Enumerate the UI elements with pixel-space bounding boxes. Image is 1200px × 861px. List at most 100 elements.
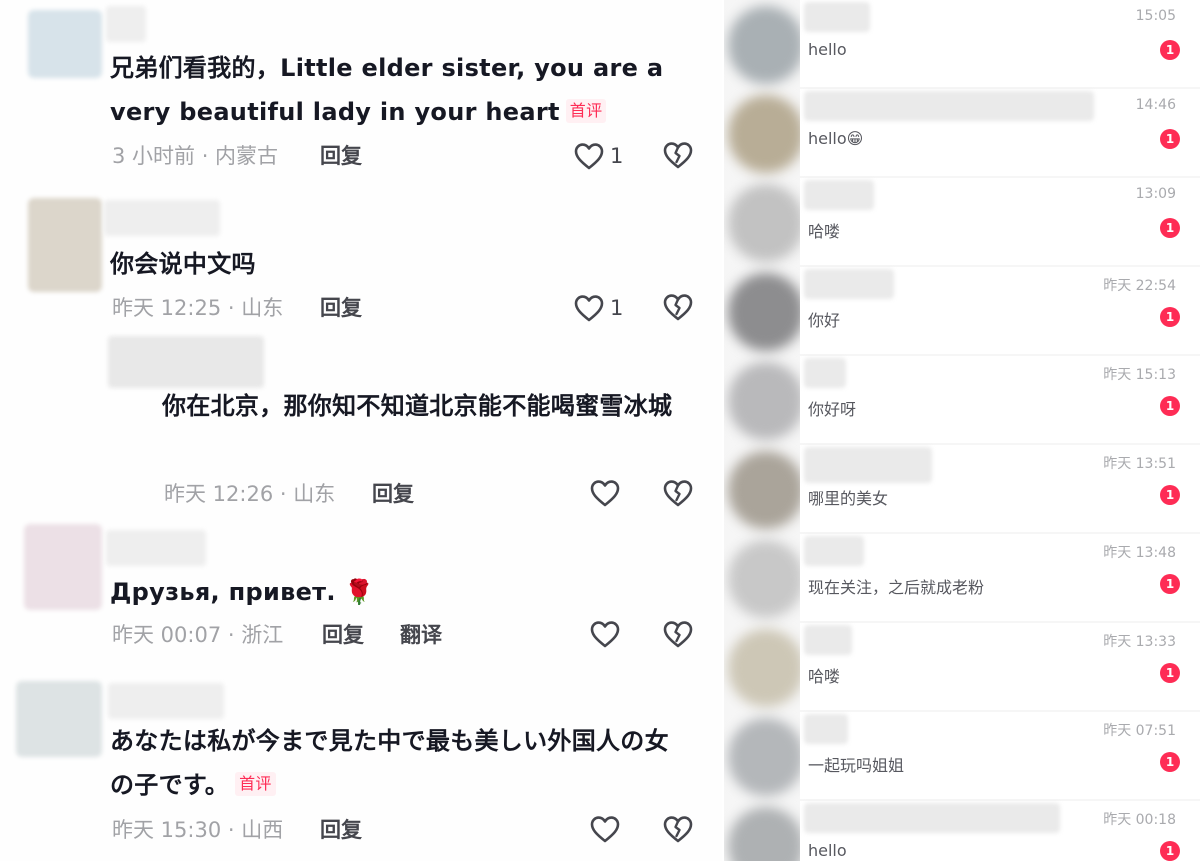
- avatar: [728, 273, 804, 351]
- message-time: 昨天 22:54: [1103, 278, 1176, 294]
- like-button[interactable]: 1: [574, 293, 623, 323]
- broken-heart-icon: [663, 816, 693, 843]
- message-preview: 你好呀: [808, 400, 857, 419]
- avatar: [728, 807, 804, 861]
- message-card: 昨天 13:51 哪里的美女 1: [800, 445, 1200, 532]
- message-preview: 现在关注，之后就成老粉: [808, 578, 985, 597]
- message-item[interactable]: 昨天 00:18 hello 1: [724, 801, 1200, 861]
- broken-heart-icon: [663, 294, 693, 321]
- message-preview: hello: [808, 40, 847, 59]
- message-card: 昨天 13:48 现在关注，之后就成老粉 1: [800, 534, 1200, 621]
- like-button[interactable]: [590, 479, 620, 507]
- commenter-name-blurred[interactable]: [108, 683, 224, 719]
- avatar: [728, 184, 804, 262]
- message-card: 14:46 hello😁 1: [800, 89, 1200, 176]
- unread-badge: 1: [1160, 574, 1180, 594]
- heart-outline-icon: [590, 621, 620, 648]
- unread-badge: 1: [1160, 752, 1180, 772]
- dislike-button[interactable]: [663, 293, 693, 321]
- message-time: 14:46: [1135, 97, 1176, 113]
- sender-name-blurred: [804, 625, 852, 655]
- message-card: 昨天 13:33 哈喽 1: [800, 623, 1200, 710]
- message-item[interactable]: 昨天 13:33 哈喽 1: [724, 623, 1200, 712]
- sender-name-blurred: [804, 91, 1094, 121]
- broken-heart-icon: [663, 621, 693, 648]
- unread-badge: 1: [1160, 40, 1180, 60]
- unread-badge: 1: [1160, 129, 1180, 149]
- message-card: 昨天 22:54 你好 1: [800, 267, 1200, 354]
- message-item[interactable]: 13:09 哈喽 1: [724, 178, 1200, 267]
- message-item[interactable]: 昨天 15:13 你好呀 1: [724, 356, 1200, 445]
- avatar: [728, 362, 804, 440]
- message-time: 昨天 07:51: [1103, 723, 1176, 739]
- message-card: 昨天 00:18 hello 1: [800, 801, 1200, 861]
- avatar[interactable]: [28, 10, 102, 78]
- message-item[interactable]: 昨天 22:54 你好 1: [724, 267, 1200, 356]
- like-button[interactable]: 1: [574, 141, 623, 171]
- comment-meta: 昨天 12:25 · 山东: [112, 296, 284, 320]
- message-item[interactable]: 15:05 hello 1: [724, 0, 1200, 89]
- message-card: 13:09 哈喽 1: [800, 178, 1200, 265]
- reply-button[interactable]: 回复: [320, 815, 362, 845]
- message-item[interactable]: 14:46 hello😁 1: [724, 89, 1200, 178]
- heart-outline-icon: [574, 143, 604, 170]
- first-comment-badge: 首评: [235, 772, 276, 796]
- comment-text-wrap: 兄弟们看我的，Little elder sister, you are a ve…: [110, 46, 670, 134]
- message-time: 15:05: [1135, 8, 1176, 24]
- heart-outline-icon: [590, 480, 620, 507]
- translate-button[interactable]: 翻译: [400, 620, 442, 650]
- dislike-button[interactable]: [663, 815, 693, 843]
- like-count: 1: [610, 296, 624, 320]
- comment-meta: 昨天 00:07 · 浙江: [112, 623, 284, 647]
- comment-text: あなたは私が今まで見た中で最も美しい外国人の女の子です。: [110, 727, 669, 799]
- like-count: 1: [610, 144, 624, 168]
- message-item[interactable]: 昨天 13:51 哪里的美女 1: [724, 445, 1200, 534]
- unread-badge: 1: [1160, 841, 1180, 861]
- reply-comment-item: 你在北京，那你知不知道北京能不能喝蜜雪冰城 昨天 12:26 · 山东 回复: [0, 330, 722, 520]
- avatar[interactable]: [16, 681, 102, 757]
- message-preview: 你好: [808, 311, 841, 330]
- sender-name-blurred: [804, 358, 846, 388]
- dislike-button[interactable]: [663, 620, 693, 648]
- like-button[interactable]: [590, 815, 620, 843]
- commenter-name-blurred[interactable]: [108, 336, 264, 388]
- avatar[interactable]: [24, 524, 102, 610]
- commenter-name-blurred[interactable]: [104, 200, 220, 236]
- unread-badge: 1: [1160, 663, 1180, 683]
- broken-heart-icon: [663, 142, 693, 169]
- reply-button[interactable]: 回复: [320, 141, 362, 171]
- like-button[interactable]: [590, 620, 620, 648]
- sender-name-blurred: [804, 803, 1060, 833]
- message-time: 昨天 13:33: [1103, 634, 1176, 650]
- reply-button[interactable]: 回复: [372, 479, 414, 509]
- comment-item: あなたは私が今まで見た中で最も美しい外国人の女の子です。 首评 昨天 15:30 …: [0, 675, 722, 861]
- message-item[interactable]: 昨天 13:48 现在关注，之后就成老粉 1: [724, 534, 1200, 623]
- broken-heart-icon: [663, 480, 693, 507]
- comment-item: Друзья, привет. 🌹 昨天 00:07 · 浙江 回复 翻译: [0, 520, 722, 675]
- dislike-button[interactable]: [663, 141, 693, 169]
- sender-name-blurred: [804, 536, 864, 566]
- avatar: [728, 451, 804, 529]
- commenter-name-blurred[interactable]: [106, 530, 206, 566]
- heart-outline-icon: [590, 816, 620, 843]
- message-list: 15:05 hello 1 14:46 hello😁 1 13:09 哈喽 1 …: [724, 0, 1200, 861]
- heart-outline-icon: [574, 295, 604, 322]
- message-time: 昨天 15:13: [1103, 367, 1176, 383]
- dislike-button[interactable]: [663, 479, 693, 507]
- avatar[interactable]: [28, 198, 102, 292]
- avatar: [728, 6, 804, 84]
- message-preview: 哈喽: [808, 222, 841, 241]
- message-preview: 哪里的美女: [808, 489, 889, 508]
- reply-button[interactable]: 回复: [320, 293, 362, 323]
- message-time: 昨天 13:48: [1103, 545, 1176, 561]
- message-item[interactable]: 昨天 07:51 一起玩吗姐姐 1: [724, 712, 1200, 801]
- comment-text: 你会说中文吗: [110, 250, 256, 278]
- avatar: [728, 95, 804, 173]
- comment-text: Друзья, привет. 🌹: [110, 578, 375, 606]
- unread-badge: 1: [1160, 485, 1180, 505]
- reply-button[interactable]: 回复: [322, 620, 364, 650]
- commenter-name-blurred[interactable]: [106, 6, 146, 42]
- comment-meta: 昨天 12:26 · 山东: [164, 482, 336, 506]
- message-card: 昨天 15:13 你好呀 1: [800, 356, 1200, 443]
- sender-name-blurred: [804, 447, 932, 483]
